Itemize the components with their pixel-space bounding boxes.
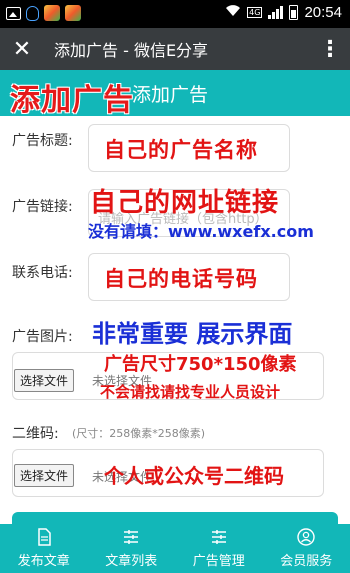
nav-item-ad-manage[interactable]: 广告管理: [175, 524, 263, 573]
qrcode-hint: (尺寸：258像素*258像素): [72, 427, 206, 440]
ad-image-overlay-3: 不会请找请找专业人员设计: [100, 383, 281, 401]
nav-item-member-service[interactable]: 会员服务: [263, 524, 350, 573]
ad-link-label: 广告链接:: [12, 199, 73, 215]
phone-label: 联系电话:: [12, 265, 73, 281]
ad-image-overlay-2: 广告尺寸750*150像素: [104, 354, 297, 375]
image-notification-icon: [6, 6, 21, 20]
title-bar: ✕ 添加广告 - 微信E分享 ⋮: [0, 28, 350, 70]
system-icons: 4G 20:54: [225, 4, 342, 21]
qrcode-overlay: 个人或公众号二维码: [104, 464, 284, 488]
ad-link-overlay-2: 没有请填：www.wxefx.com: [88, 222, 314, 241]
battery-icon: [289, 5, 299, 20]
signal-icon: [268, 6, 284, 19]
bottom-nav: 发布文章 文章列表 广告管理 会员服务: [0, 524, 350, 573]
ad-title-label: 广告标题:: [12, 133, 73, 149]
list-icon: [210, 528, 228, 546]
nav-label-member-service: 会员服务: [280, 554, 333, 569]
qrcode-choose-button[interactable]: 选择文件: [14, 464, 75, 487]
nav-item-publish[interactable]: 发布文章: [0, 524, 88, 573]
header-big-title: 添加广告: [10, 83, 134, 118]
ad-link-overlay: 自己的网址链接: [90, 188, 280, 218]
status-bar: 4G 20:54: [0, 0, 350, 28]
app-notification-icon-2: [65, 5, 81, 21]
ad-image-choose-button[interactable]: 选择文件: [14, 369, 75, 392]
user-icon: [297, 528, 315, 546]
clock: 20:54: [304, 4, 342, 21]
nav-item-article-list[interactable]: 文章列表: [88, 524, 176, 573]
list-icon: [122, 528, 140, 546]
more-menu-icon[interactable]: ⋮: [310, 37, 350, 62]
document-icon: [35, 528, 53, 546]
wifi-icon: [225, 4, 241, 21]
ad-image-overlay: 非常重要 展示界面: [92, 320, 293, 348]
phone-overlay: 自己的电话号码: [104, 267, 258, 291]
notification-icons: [6, 5, 81, 21]
qrcode-label: 二维码:: [12, 426, 59, 442]
nav-label-ad-manage: 广告管理: [192, 554, 245, 569]
header-subtitle: 添加广告: [132, 84, 209, 106]
ad-title-overlay: 自己的广告名称: [104, 138, 258, 162]
network-type-badge: 4G: [247, 7, 263, 18]
app-notification-icon: [44, 5, 60, 21]
ad-image-label: 广告图片:: [12, 329, 73, 345]
submit-button[interactable]: [12, 512, 338, 524]
page-title: 添加广告 - 微信E分享: [54, 41, 209, 60]
close-icon[interactable]: ✕: [0, 37, 44, 62]
qq-notification-icon: [26, 5, 39, 21]
nav-label-publish: 发布文章: [17, 554, 70, 569]
header-band: 添加广告 添加广告: [0, 70, 350, 118]
nav-label-article-list: 文章列表: [105, 554, 158, 569]
